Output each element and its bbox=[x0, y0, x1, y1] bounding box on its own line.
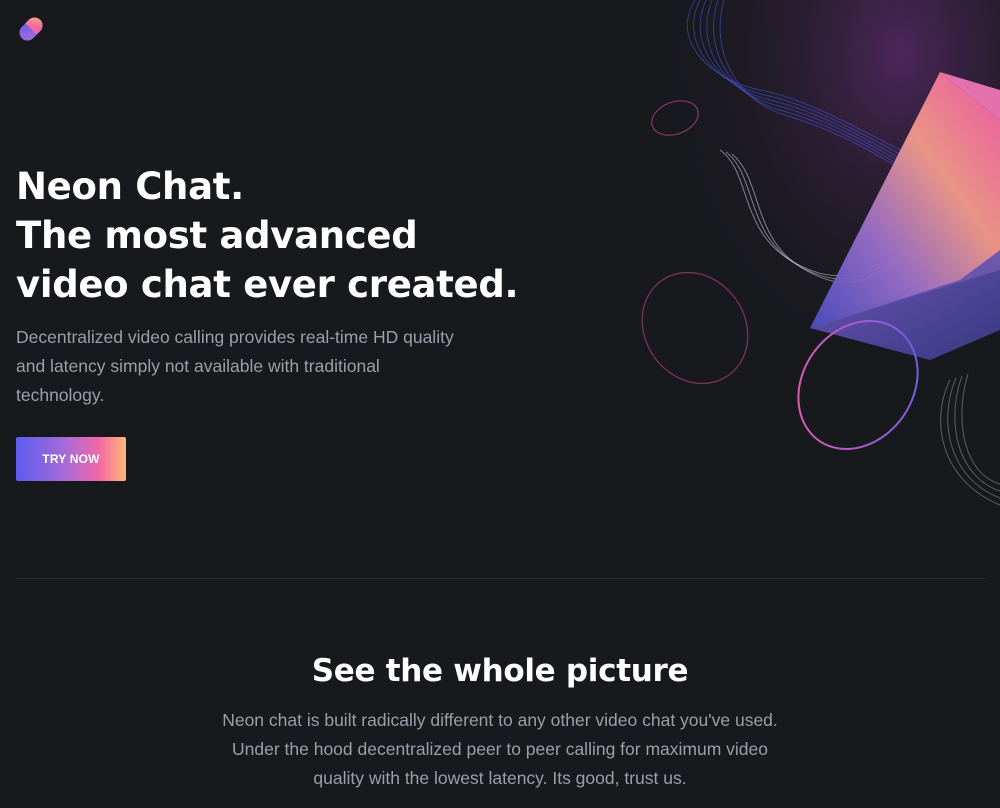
hero-section: Neon Chat. The most advanced video chat … bbox=[16, 162, 519, 410]
section-divider bbox=[16, 578, 986, 579]
features-title: See the whole picture bbox=[311, 653, 689, 689]
features-section: See the whole picture Neon chat is built… bbox=[0, 648, 1000, 793]
try-now-button[interactable]: TRY NOW bbox=[16, 437, 126, 481]
hero-description: Decentralized video calling provides rea… bbox=[16, 327, 454, 405]
abstract-neon-shapes-illustration bbox=[600, 0, 1000, 540]
hero-title-line-3: video chat ever created. bbox=[16, 263, 519, 306]
hero-title: Neon Chat. The most advanced video chat … bbox=[16, 162, 519, 309]
hero-title-line-2: The most advanced bbox=[16, 214, 418, 257]
hero-title-line-1: Neon Chat. bbox=[16, 165, 244, 208]
landing-page: Neon Chat. The most advanced video chat … bbox=[0, 0, 1000, 808]
gradient-pill-logo-icon[interactable] bbox=[16, 14, 46, 44]
features-description: Neon chat is built radically different t… bbox=[222, 710, 778, 788]
